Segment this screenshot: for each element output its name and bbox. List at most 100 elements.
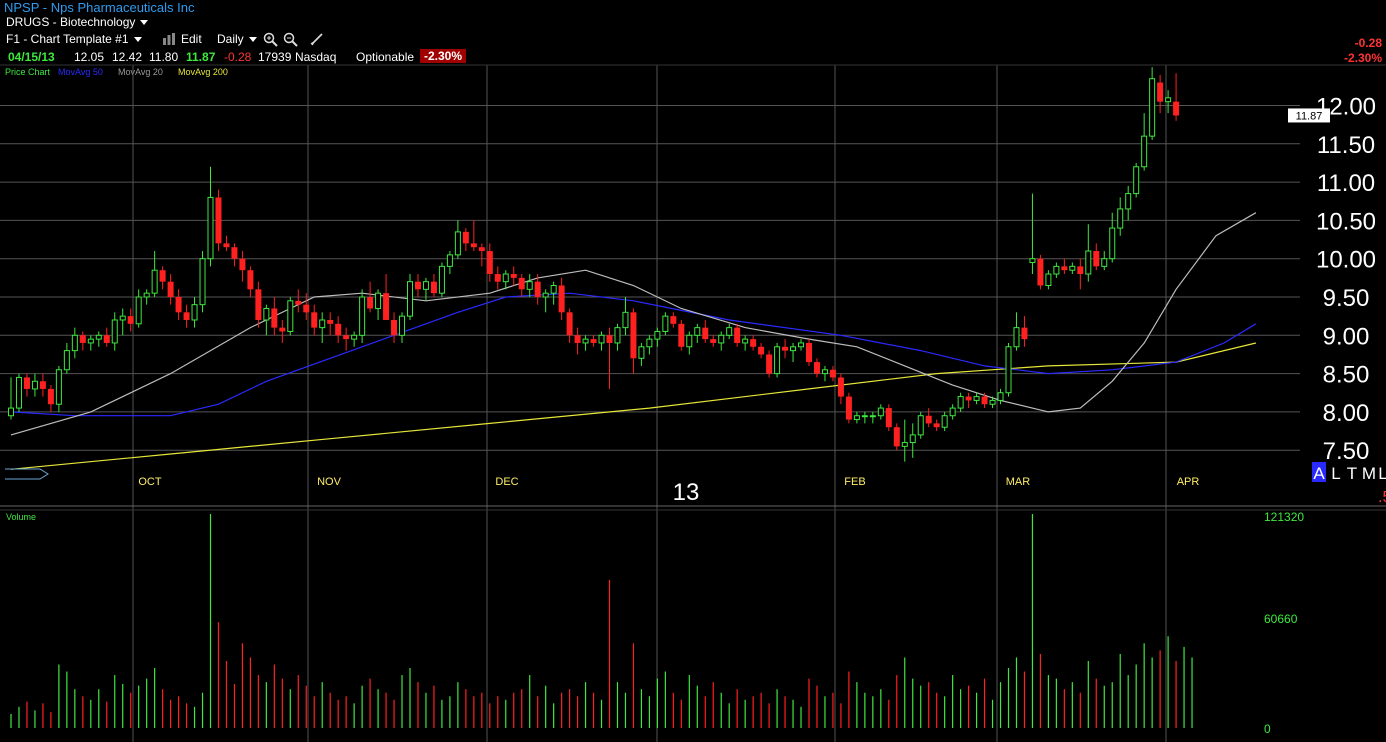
candle — [750, 335, 757, 351]
candle-body — [869, 415, 876, 418]
candle — [359, 289, 366, 343]
candle-body — [87, 338, 94, 344]
candle — [909, 423, 916, 458]
candle — [335, 316, 342, 343]
candle-body — [646, 338, 653, 348]
candle-body — [1093, 251, 1100, 267]
candle-body — [933, 423, 940, 428]
candle-body — [287, 300, 294, 332]
candle-body — [558, 285, 565, 313]
candle — [710, 335, 717, 347]
candle-body — [462, 231, 469, 244]
candle — [630, 308, 637, 374]
candle — [1173, 73, 1180, 121]
candle — [295, 289, 302, 313]
candle-body — [997, 392, 1004, 401]
candle — [965, 392, 972, 409]
candle — [470, 220, 477, 252]
candle — [1029, 193, 1036, 275]
candle-body — [662, 315, 669, 332]
candle-body — [949, 407, 956, 417]
candle — [199, 251, 206, 313]
candle — [239, 251, 246, 282]
candle-body — [877, 407, 884, 417]
candle — [774, 342, 781, 378]
candle-body — [223, 243, 230, 248]
candle — [63, 342, 70, 374]
candle-body — [1141, 135, 1148, 168]
candle-body — [806, 342, 812, 363]
candle-body — [941, 415, 948, 428]
candle-body — [1125, 193, 1132, 210]
candle — [853, 411, 860, 424]
candle — [973, 392, 980, 405]
candle — [375, 289, 382, 320]
candle — [997, 388, 1004, 405]
candle — [686, 331, 693, 355]
corner-label: T — [1347, 464, 1357, 483]
candle — [1005, 342, 1012, 397]
candle — [383, 274, 390, 320]
candle-body — [1133, 166, 1140, 195]
price-tick-label: 8.50 — [1323, 362, 1370, 389]
candle — [263, 304, 270, 336]
candle — [1125, 185, 1132, 221]
volume-tick-label: 60660 — [1264, 612, 1298, 626]
candle-body — [303, 304, 310, 313]
candle — [1149, 67, 1156, 140]
candle-body — [103, 335, 110, 343]
corner-label: A — [1313, 464, 1325, 483]
candle-body — [167, 281, 174, 297]
candle-body — [1109, 227, 1116, 260]
candle — [526, 274, 533, 297]
corner-label: M — [1362, 464, 1376, 483]
price-tick-label: 9.00 — [1323, 323, 1370, 350]
candle-body — [774, 346, 781, 375]
candle-body — [199, 258, 206, 306]
candle — [670, 312, 677, 328]
candle — [343, 327, 350, 351]
candle — [861, 411, 868, 424]
candle-body — [821, 369, 828, 375]
candle-body — [790, 346, 797, 352]
candle-body — [798, 342, 805, 348]
candle-body — [359, 296, 366, 336]
candle-body — [1085, 250, 1092, 275]
price-and-volume-chart[interactable]: 12.0011.5011.0010.5010.009.509.008.508.0… — [0, 0, 1386, 742]
candle — [845, 392, 852, 424]
candle — [319, 312, 326, 343]
candle — [143, 289, 150, 305]
candle-body — [335, 323, 342, 336]
price-tick-label: 11.00 — [1317, 170, 1375, 197]
candle-body — [750, 339, 757, 347]
price-tick-label: 8.00 — [1323, 400, 1370, 427]
candle — [159, 266, 166, 290]
candle — [438, 262, 445, 297]
candle-body — [542, 292, 549, 298]
candle-body — [1045, 273, 1052, 287]
candle-body — [1101, 258, 1108, 267]
x-axis-label: 13 — [673, 479, 700, 506]
candle-body — [526, 281, 533, 290]
candle — [901, 419, 908, 462]
candle-body — [231, 247, 238, 259]
candle-body — [853, 415, 860, 421]
candle — [742, 335, 749, 351]
candle-body — [989, 399, 996, 405]
candle-body — [279, 327, 286, 332]
volume-tick-label: 0 — [1264, 722, 1271, 736]
candle-body — [407, 281, 413, 317]
candle — [782, 339, 789, 359]
candle-body — [247, 270, 254, 290]
candle — [151, 251, 158, 297]
candle-body — [510, 274, 517, 278]
candle — [941, 411, 948, 432]
candle-body — [271, 308, 278, 328]
candle — [734, 323, 741, 347]
candle — [766, 350, 773, 378]
candle-body — [391, 319, 398, 336]
candle-body — [1061, 266, 1068, 271]
price-tick-label: 10.50 — [1316, 208, 1376, 235]
candle — [454, 220, 461, 259]
candle — [215, 189, 222, 252]
